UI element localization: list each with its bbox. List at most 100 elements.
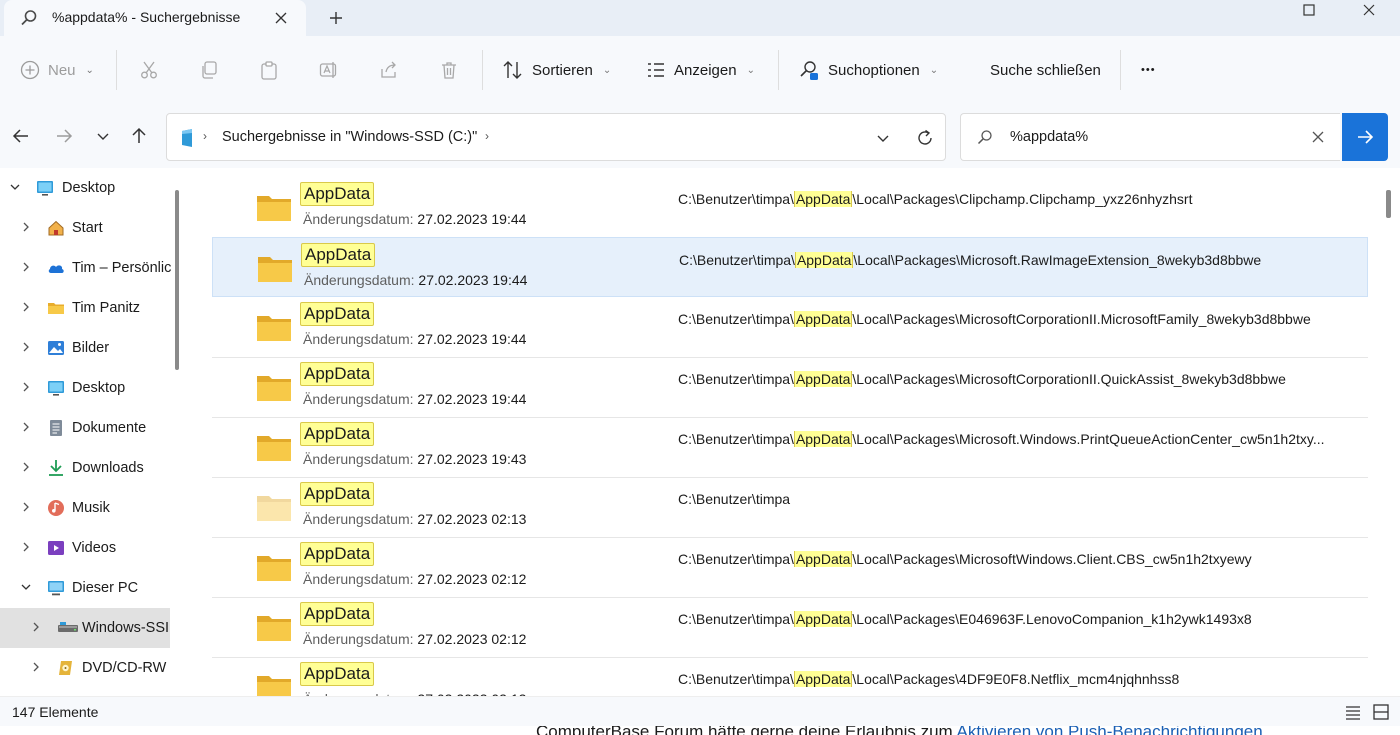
result-row[interactable]: AppData Änderungsdatum: 27.02.2023 19:44 C… <box>212 237 1368 297</box>
drive-icon <box>57 619 78 637</box>
folder-icon <box>258 257 292 282</box>
result-row[interactable]: AppDataÄnderungsdatum: 27.02.2023 02:12C… <box>212 537 1368 598</box>
date-label: Änderungsdatum: <box>303 571 414 587</box>
address-bar[interactable]: › Suchergebnisse in "Windows-SSD (C:)" › <box>166 113 946 161</box>
refresh-icon[interactable] <box>913 126 937 150</box>
date-value: 27.02.2023 19:44 <box>417 391 527 407</box>
chevron-right-icon[interactable] <box>19 220 33 234</box>
path-prefix: C:\Benutzer\timpa\ <box>679 252 795 268</box>
share-icon[interactable] <box>377 58 401 82</box>
tiles-view-icon[interactable] <box>1372 703 1390 721</box>
sidebar-item-label: Bilder <box>72 340 110 356</box>
chevron-right-icon[interactable]: › <box>485 129 489 143</box>
result-row[interactable]: AppData Änderungsdatum: 27.02.2023 19:43 C… <box>212 417 1368 478</box>
search-input[interactable]: %appdata% <box>960 113 1340 161</box>
sidebar-item[interactable]: Dieser PC <box>0 568 170 608</box>
tab-title: %appdata% - Suchergebnisse <box>52 9 241 25</box>
chevron-right-icon[interactable] <box>29 620 43 634</box>
sidebar-item[interactable]: Downloads <box>0 448 170 488</box>
sort-button[interactable]: Sortieren ⌄ <box>502 58 611 82</box>
notice-link[interactable]: Aktivieren von Push-Benachrichtigungen <box>957 726 1263 735</box>
copy-icon[interactable] <box>197 58 221 82</box>
search-options-button[interactable]: Suchoptionen ⌄ <box>798 58 938 82</box>
sidebar-item[interactable]: Bilder <box>0 328 170 368</box>
sidebar-item[interactable]: Desktop <box>0 168 170 208</box>
sidebar-item[interactable]: DVD/CD-RW <box>0 648 170 688</box>
result-name: AppData <box>300 362 375 386</box>
folder-icon <box>257 496 291 521</box>
path-suffix: \Local\Packages\Microsoft.RawImageExtens… <box>853 252 1262 268</box>
up-button[interactable] <box>127 124 151 148</box>
search-options-icon <box>800 61 818 80</box>
cut-icon[interactable] <box>137 58 161 82</box>
result-row[interactable]: AppData Änderungsdatum: 27.02.2023 02:13 C… <box>212 477 1368 538</box>
result-row[interactable]: AppData Änderungsdatum: 27.02.2023 19:44 C… <box>212 357 1368 418</box>
chevron-right-icon[interactable] <box>19 540 33 554</box>
sidebar-item[interactable]: Tim Panitz <box>0 288 170 328</box>
forward-button[interactable] <box>52 124 76 148</box>
chevron-down-icon[interactable] <box>8 180 22 194</box>
delete-icon[interactable] <box>437 58 461 82</box>
new-button[interactable]: Neu ⌄ <box>20 58 94 82</box>
result-row[interactable]: AppData Änderungsdatum: 27.02.2023 19:44 C… <box>212 297 1368 358</box>
maximize-button[interactable] <box>1286 0 1332 20</box>
chevron-right-icon[interactable] <box>19 380 33 394</box>
result-name: AppData <box>300 542 375 566</box>
date-value: 27.02.2023 02:12 <box>417 631 527 647</box>
result-row[interactable]: AppDataÄnderungsdatum: 27.02.2023 02:12C… <box>212 657 1368 696</box>
clear-search-icon[interactable] <box>1309 128 1327 146</box>
sidebar-item[interactable]: Start <box>0 208 170 248</box>
chevron-right-icon[interactable] <box>19 460 33 474</box>
sidebar-item[interactable]: Musik <box>0 488 170 528</box>
back-button[interactable] <box>9 124 33 148</box>
result-path: C:\Benutzer\timpa\ AppData \Local\Packages… <box>678 371 1368 387</box>
chevron-right-icon[interactable] <box>19 300 33 314</box>
sidebar-item[interactable]: Dokumente <box>0 408 170 448</box>
view-button[interactable]: Anzeigen ⌄ <box>646 58 755 82</box>
result-row[interactable]: AppDataÄnderungsdatum: 27.02.2023 02:12C… <box>212 597 1368 658</box>
recent-locations-button[interactable] <box>91 124 115 148</box>
date-label: Änderungsdatum: <box>303 451 414 467</box>
search-go-button[interactable] <box>1342 113 1388 161</box>
desktop-icon <box>47 379 65 397</box>
path-highlight: AppData <box>793 191 853 207</box>
breadcrumb[interactable]: Suchergebnisse in "Windows-SSD (C:)" <box>222 129 477 145</box>
path-suffix: \Local\Packages\4DF9E0F8.Netflix_mcm4njq… <box>852 671 1180 687</box>
command-bar: Neu ⌄ Sortieren ⌄ Anzeigen ⌄ Suchoptione… <box>0 36 1400 105</box>
more-options-button[interactable]: ••• <box>1141 58 1156 82</box>
address-dropdown-button[interactable] <box>871 126 895 150</box>
sidebar-item[interactable]: Tim – Persönlic <box>0 248 171 288</box>
chevron-right-icon[interactable] <box>29 660 43 674</box>
rename-icon[interactable] <box>317 58 341 82</box>
new-tab-button[interactable] <box>322 6 350 30</box>
chevron-down-icon[interactable] <box>19 580 33 594</box>
search-options-label: Suchoptionen <box>828 61 920 79</box>
results-scrollbar[interactable] <box>1386 190 1391 218</box>
date-value: 27.02.2023 19:44 <box>418 272 528 288</box>
result-date: Änderungsdatum: 27.02.2023 02:12 <box>303 571 526 587</box>
result-name: AppData <box>300 602 375 626</box>
result-name: AppData <box>300 182 375 206</box>
chevron-right-icon[interactable] <box>19 260 33 274</box>
title-bar: %appdata% - Suchergebnisse <box>0 0 1400 36</box>
result-date: Änderungsdatum: 27.02.2023 19:43 <box>303 451 526 467</box>
sidebar-item[interactable]: Windows-SSI <box>0 608 170 648</box>
close-tab-icon[interactable] <box>270 7 292 29</box>
details-view-icon[interactable] <box>1344 703 1362 721</box>
result-row[interactable]: AppData Änderungsdatum: 27.02.2023 19:44 C… <box>212 177 1368 238</box>
date-label: Änderungsdatum: <box>303 391 414 407</box>
close-window-button[interactable] <box>1346 0 1392 20</box>
close-search-button[interactable]: Suche schließen <box>990 58 1101 82</box>
path-prefix: C:\Benutzer\timpa\ <box>678 611 794 627</box>
chevron-right-icon[interactable] <box>19 340 33 354</box>
navigation-scrollbar[interactable] <box>175 190 179 370</box>
chevron-right-icon[interactable] <box>19 420 33 434</box>
chevron-right-icon[interactable] <box>19 500 33 514</box>
desktop-icon <box>36 179 54 197</box>
tab-search-results[interactable]: %appdata% - Suchergebnisse <box>4 0 306 36</box>
sort-label: Sortieren <box>532 61 593 79</box>
sidebar-item[interactable]: Desktop <box>0 368 170 408</box>
paste-icon[interactable] <box>257 58 281 82</box>
sidebar-item[interactable]: Videos <box>0 528 170 568</box>
divider <box>1120 50 1121 90</box>
